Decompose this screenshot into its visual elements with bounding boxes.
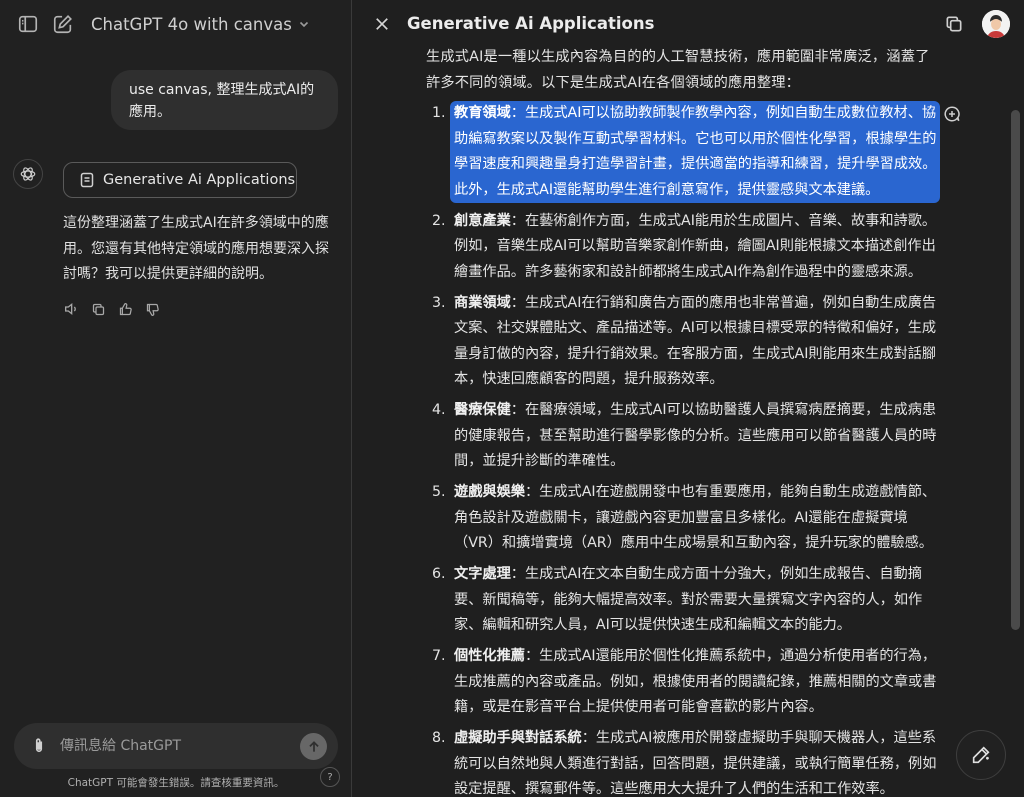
read-aloud-button[interactable] — [62, 299, 80, 319]
item-text: ：在藝術創作方面，生成式AI能用於生成圖片、音樂、故事和詩歌。例如，音樂生成AI… — [454, 212, 937, 280]
add-comment-icon — [944, 106, 960, 122]
item-number: 8. — [432, 730, 446, 746]
chat-panel: ChatGPT 4o with canvas use canvas, 整理生成式… — [0, 0, 352, 797]
item-title: 醫療保健 — [454, 402, 511, 418]
message-actions — [62, 299, 161, 319]
list-item-text-processing[interactable]: 6. 文字處理：生成式AI在文本自動生成方面十分強大，例如生成報告、自動摘要、新… — [426, 562, 940, 639]
item-title: 虛擬助手與對話系統 — [454, 730, 582, 746]
sidebar-toggle-button[interactable] — [16, 12, 40, 36]
chatgpt-logo-icon — [13, 159, 43, 189]
list-item-healthcare[interactable]: 4. 醫療保健：在醫療領域，生成式AI可以協助醫護人員撰寫病歷摘要，生成病患的健… — [426, 398, 940, 475]
add-comment-button[interactable] — [942, 104, 962, 124]
new-chat-button[interactable] — [51, 12, 75, 36]
item-title: 個性化推薦 — [454, 648, 525, 664]
item-text: ：生成式AI在遊戲開發中也有重要應用，能夠自動生成遊戲情節、角色設計及遊戲關卡，… — [454, 484, 937, 551]
list-item-gaming[interactable]: 5. 遊戲與娛樂：生成式AI在遊戲開發中也有重要應用，能夠自動生成遊戲情節、角色… — [426, 480, 940, 557]
user-avatar[interactable] — [982, 10, 1010, 38]
sidebar-toggle-icon — [18, 15, 38, 33]
copy-icon — [92, 303, 104, 315]
item-text: ：在醫療領域，生成式AI可以協助醫護人員撰寫病歷摘要，生成病患的健康報告，甚至幫… — [454, 402, 937, 469]
item-number: 2. — [432, 212, 446, 229]
message-input[interactable] — [60, 735, 290, 757]
user-avatar-icon — [982, 10, 1010, 38]
close-canvas-button[interactable] — [370, 12, 394, 36]
item-title: 遊戲與娛樂 — [454, 484, 525, 500]
list-item-education[interactable]: 1. 教育領域：生成式AI可以協助教師製作教學內容，例如自動生成數位教材、協助編… — [426, 101, 940, 203]
chevron-down-icon — [298, 18, 310, 30]
copy-canvas-button[interactable] — [942, 12, 966, 36]
item-text: ：生成式AI可以協助教師製作教學內容，例如自動生成數位教材、協助編寫教案以及製作… — [454, 105, 937, 198]
item-number: 1. — [432, 105, 446, 121]
canvas-document-card[interactable]: Generative Ai Applications — [63, 162, 297, 198]
arrow-up-icon — [308, 740, 319, 752]
list-item-virtual-assistant[interactable]: 8. 虛擬助手與對話系統：生成式AI被應用於開發虛擬助手與聊天機器人，這些系統可… — [426, 726, 940, 797]
canvas-card-label: Generative Ai Applications — [103, 172, 296, 188]
thumbs-down-button[interactable] — [143, 299, 161, 319]
item-number: 7. — [432, 648, 446, 664]
canvas-title: Generative Ai Applications — [407, 14, 655, 33]
send-button[interactable] — [300, 733, 327, 760]
paperclip-icon — [35, 738, 43, 753]
copy-message-button[interactable] — [89, 299, 107, 319]
item-title: 教育領域 — [454, 105, 511, 121]
attach-button[interactable] — [28, 735, 50, 757]
chat-header: ChatGPT 4o with canvas — [0, 0, 352, 48]
document-intro: 生成式AI是一種以生成內容為目的的人工智慧技術，應用範圍非常廣泛，涵蓋了許多不同… — [426, 49, 930, 91]
canvas-document[interactable]: 生成式AI是一種以生成內容為目的的人工智慧技術，應用範圍非常廣泛，涵蓋了許多不同… — [426, 45, 940, 797]
assistant-message: 這份整理涵蓋了生成式AI在許多領域中的應用。您還有其他特定領域的應用想要深入探討… — [63, 215, 329, 282]
item-title: 文字處理 — [454, 566, 511, 582]
speaker-icon — [65, 302, 76, 316]
item-text: ：生成式AI在行銷和廣告方面的應用也非常普遍，例如自動生成廣告文案、社交媒體貼文… — [454, 294, 937, 388]
app-window: ChatGPT 4o with canvas use canvas, 整理生成式… — [0, 0, 1024, 797]
message-composer — [14, 723, 338, 769]
thumbs-up-button[interactable] — [116, 299, 134, 319]
disclaimer-text: ChatGPT 可能會發生錯誤。請查核重要資訊。 — [67, 777, 285, 789]
item-title: 商業領域 — [454, 294, 511, 311]
help-button[interactable]: ? — [320, 767, 340, 787]
item-number: 4. — [432, 402, 446, 418]
document-icon — [80, 172, 94, 188]
item-text: ：生成式AI在文本自動生成方面十分強大，例如生成報告、自動摘要、新聞稿等，能夠大… — [454, 566, 923, 633]
copy-icon — [946, 16, 962, 32]
model-name: ChatGPT 4o with canvas — [91, 14, 292, 34]
edit-pencil-icon — [972, 746, 990, 764]
list-item-creative[interactable]: 2. 創意產業：在藝術創作方面，生成式AI能用於生成圖片、音樂、故事和詩歌。例如… — [426, 209, 940, 286]
item-text: ：生成式AI還能用於個性化推薦系統中，通過分析使用者的行為，生成推薦的內容或產品… — [454, 648, 937, 715]
new-chat-icon — [53, 15, 72, 34]
selected-text: 教育領域：生成式AI可以協助教師製作教學內容，例如自動生成數位教材、協助編寫教案… — [450, 101, 940, 203]
item-number: 5. — [432, 484, 446, 500]
canvas-panel: Generative Ai Applications 生成式AI是一種以生成內容… — [352, 0, 1024, 797]
edit-suggestions-button[interactable] — [956, 730, 1006, 780]
model-selector[interactable]: ChatGPT 4o with canvas — [91, 12, 310, 36]
list-item-recommendation[interactable]: 7. 個性化推薦：生成式AI還能用於個性化推薦系統中，通過分析使用者的行為，生成… — [426, 644, 940, 721]
list-item-business[interactable]: 3. 商業領域：生成式AI在行銷和廣告方面的應用也非常普遍，例如自動生成廣告文案… — [426, 291, 940, 393]
thumbs-down-icon — [146, 303, 159, 316]
item-title: 創意產業 — [454, 212, 511, 229]
user-message: use canvas, 整理生成式AI的應用。 — [111, 70, 338, 130]
item-number: 6. — [432, 566, 446, 582]
close-icon — [376, 18, 388, 30]
application-list: 1. 教育領域：生成式AI可以協助教師製作教學內容，例如自動生成數位教材、協助編… — [426, 101, 940, 797]
item-number: 3. — [432, 294, 446, 311]
thumbs-up-icon — [119, 302, 132, 315]
document-scrollbar[interactable] — [1011, 110, 1020, 630]
